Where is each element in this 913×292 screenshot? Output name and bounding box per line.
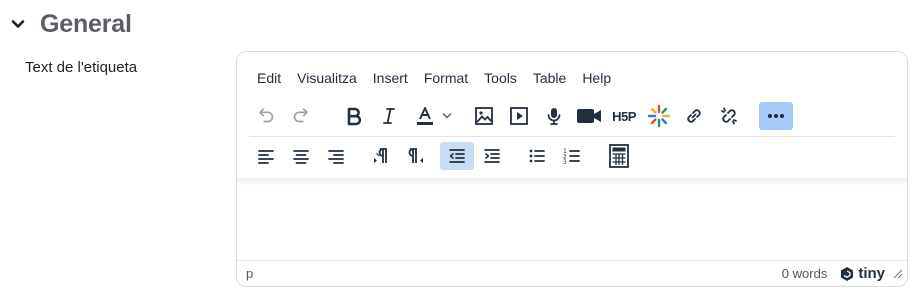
toolbar-shadow bbox=[237, 178, 907, 186]
italic-icon bbox=[379, 106, 399, 126]
menu-tools[interactable]: Tools bbox=[476, 68, 525, 88]
tiny-brand-link[interactable]: tiny bbox=[839, 265, 885, 282]
unlink-icon bbox=[718, 105, 740, 127]
ltr-icon bbox=[371, 146, 391, 166]
menu-table[interactable]: Table bbox=[525, 68, 574, 88]
ai-sparkle-button[interactable] bbox=[642, 102, 676, 130]
more-button[interactable] bbox=[759, 102, 793, 130]
align-left-icon bbox=[256, 146, 276, 166]
undo-icon bbox=[255, 105, 277, 127]
toolbar-divider bbox=[249, 136, 895, 137]
ltr-button[interactable] bbox=[364, 142, 398, 170]
rtl-button[interactable] bbox=[399, 142, 433, 170]
indent-button[interactable] bbox=[475, 142, 509, 170]
outdent-icon bbox=[447, 146, 467, 166]
field-label: Text de l'etiqueta bbox=[25, 59, 138, 76]
svg-text:3: 3 bbox=[563, 159, 567, 166]
media-button[interactable] bbox=[502, 102, 536, 130]
section-title: General bbox=[40, 9, 132, 38]
align-left-button[interactable] bbox=[249, 142, 283, 170]
chevron-down-icon[interactable] bbox=[442, 111, 452, 121]
element-path[interactable]: p bbox=[246, 266, 253, 281]
video-camera-icon bbox=[576, 106, 602, 126]
calculator-icon bbox=[608, 144, 630, 168]
section-header[interactable]: General bbox=[8, 8, 132, 40]
rich-text-editor: Edit Visualitza Insert Format Tools Tabl… bbox=[236, 51, 908, 287]
record-video-button[interactable] bbox=[572, 102, 606, 130]
menu-insert[interactable]: Insert bbox=[365, 68, 416, 88]
tiny-logo-icon bbox=[839, 266, 855, 282]
record-audio-button[interactable] bbox=[537, 102, 571, 130]
align-center-icon bbox=[291, 146, 311, 166]
equation-button[interactable] bbox=[602, 142, 636, 170]
chevron-down-icon[interactable] bbox=[8, 14, 28, 34]
rtl-icon bbox=[406, 146, 426, 166]
indent-icon bbox=[482, 146, 502, 166]
bold-button[interactable] bbox=[337, 102, 371, 130]
align-center-button[interactable] bbox=[284, 142, 318, 170]
text-color-button[interactable] bbox=[407, 102, 459, 130]
align-right-button[interactable] bbox=[319, 142, 353, 170]
menu-view[interactable]: Visualitza bbox=[289, 68, 365, 88]
media-icon bbox=[508, 105, 530, 127]
image-button[interactable] bbox=[467, 102, 501, 130]
microphone-icon bbox=[544, 106, 564, 126]
undo-button[interactable] bbox=[249, 102, 283, 130]
menu-format[interactable]: Format bbox=[416, 68, 476, 88]
bullet-list-button[interactable] bbox=[520, 142, 554, 170]
toolbar-row-2: 123 bbox=[249, 140, 895, 172]
menu-edit[interactable]: Edit bbox=[249, 68, 289, 88]
unlink-button[interactable] bbox=[712, 102, 746, 130]
toolbar-row-1: H5P bbox=[249, 100, 895, 132]
redo-icon bbox=[290, 105, 312, 127]
align-right-icon bbox=[326, 146, 346, 166]
tiny-brand-text: tiny bbox=[858, 265, 885, 282]
h5p-button[interactable]: H5P bbox=[607, 102, 641, 130]
italic-button[interactable] bbox=[372, 102, 406, 130]
resize-handle-icon[interactable] bbox=[893, 269, 903, 279]
word-count[interactable]: 0 words bbox=[782, 266, 828, 281]
link-button[interactable] bbox=[677, 102, 711, 130]
h5p-icon: H5P bbox=[612, 108, 636, 124]
image-icon bbox=[473, 105, 495, 127]
text-color-icon bbox=[414, 105, 436, 127]
outdent-button[interactable] bbox=[440, 142, 474, 170]
numbered-list-icon: 123 bbox=[562, 146, 582, 166]
link-icon bbox=[683, 105, 705, 127]
numbered-list-button[interactable]: 123 bbox=[555, 142, 589, 170]
statusbar: p 0 words tiny bbox=[237, 260, 907, 286]
redo-button[interactable] bbox=[284, 102, 318, 130]
bullet-list-icon bbox=[527, 146, 547, 166]
menubar: Edit Visualitza Insert Format Tools Tabl… bbox=[249, 68, 619, 88]
more-icon bbox=[766, 112, 786, 120]
menu-help[interactable]: Help bbox=[574, 68, 619, 88]
bold-icon bbox=[344, 106, 364, 126]
sparkle-icon bbox=[647, 104, 671, 128]
